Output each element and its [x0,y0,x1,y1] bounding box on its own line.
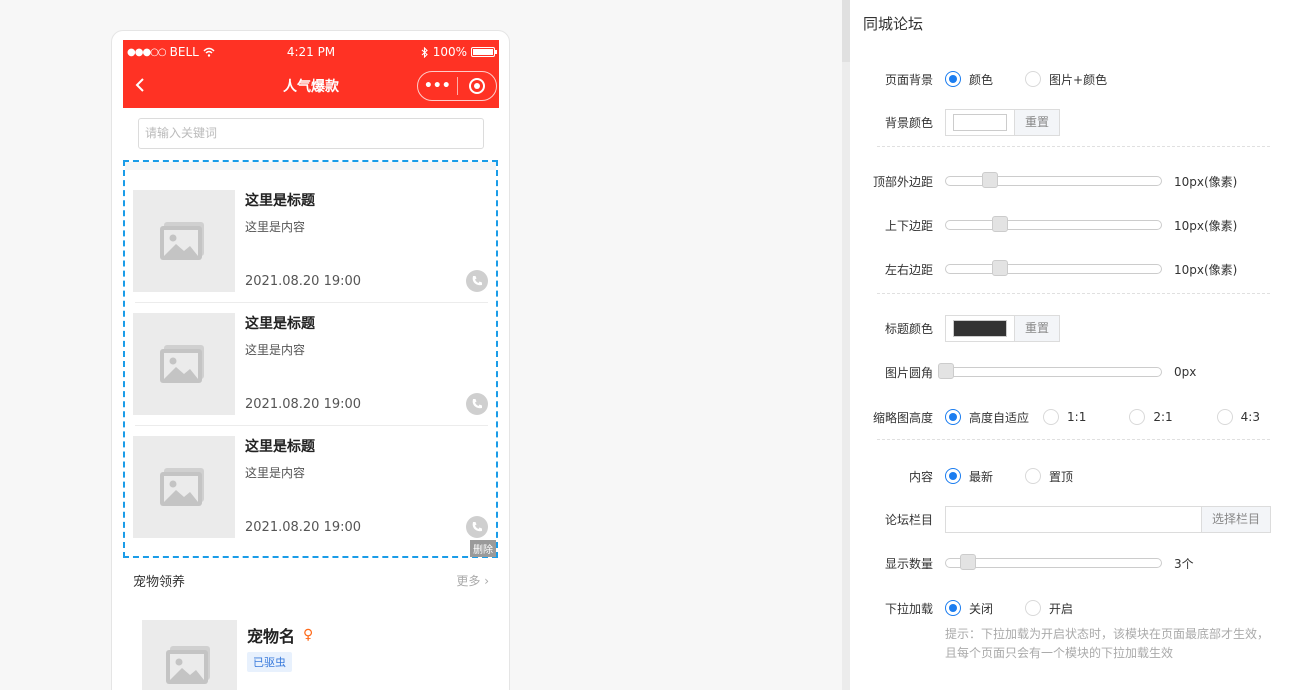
more-link[interactable]: 更多 › [456,572,489,589]
post-item[interactable]: 这里是标题 这里是内容 2021.08.20 19:00 [133,313,488,415]
search-input[interactable]: 请输入关键词 [138,118,484,149]
delete-module-button[interactable]: 删除 [470,540,496,557]
pet-section-title: 宠物领养 [133,574,186,590]
post-item[interactable]: 这里是标题 这里是内容 2021.08.20 19:00 [133,436,488,538]
phone-call-icon[interactable] [466,270,488,292]
close-icon[interactable] [458,78,497,94]
image-radius-row: 图片圆角 0px [884,363,1197,380]
post-divider [135,425,488,426]
post-title: 这里是标题 [245,439,315,455]
section-divider [877,146,1270,147]
color-swatch[interactable] [953,113,1007,131]
post-date: 2021.08.20 19:00 [245,397,362,412]
more-icon[interactable]: ••• [418,78,457,94]
mini-program-capsule: ••• [417,71,497,101]
title-color-reset-button[interactable]: 重置 [1014,315,1060,341]
page-bg-row: 页面背景 颜色 图片+颜色 [884,71,1108,88]
post-content: 这里是内容 [245,343,306,357]
panel-title: 同城论坛 [863,15,924,33]
post-date: 2021.08.20 19:00 [245,274,362,289]
color-swatch[interactable] [953,319,1007,337]
settings-panel: 同城论坛 页面背景 颜色 图片+颜色 背景颜色 重置 顶部外边距 10px(像素… [850,0,1289,690]
image-radius-value: 0px [1174,365,1197,379]
forum-column-input[interactable] [946,507,1201,532]
forum-list-module[interactable]: 这里是标题 这里是内容 2021.08.20 19:00 这里是标题 这里是内容… [123,160,498,558]
post-title: 这里是标题 [245,193,315,209]
phone-call-icon[interactable] [466,393,488,415]
thumb-height-2-1-radio[interactable]: 2:1 [1129,409,1173,425]
image-radius-slider[interactable] [938,363,1162,379]
post-title: 这里是标题 [245,316,315,332]
post-content: 这里是内容 [245,466,306,480]
bg-color-picker[interactable]: 重置 [945,108,1061,136]
show-count-value: 3个 [1174,556,1194,571]
section-divider [877,439,1270,440]
pull-load-on-radio[interactable]: 开启 [1025,600,1073,617]
nav-bar: 人气爆款 ••• [123,64,499,108]
post-content: 这里是内容 [245,220,306,234]
forum-column-field: 选择栏目 [945,505,1271,533]
pull-load-row: 下拉加载 关闭 开启 [884,600,1074,617]
thumb-height-1-1-radio[interactable]: 1:1 [1043,409,1086,425]
editor-stage: ●●●○○ BELL 4:21 PM 100% 人气爆款 ••• 请输入关键词 … [0,0,1289,690]
bg-color-row: 背景颜色 重置 [850,108,1289,136]
image-placeholder-icon [133,190,235,292]
post-item[interactable]: 这里是标题 这里是内容 2021.08.20 19:00 [133,190,488,292]
vertical-padding-value: 10px(像素) [1174,218,1238,233]
slider-handle[interactable] [992,216,1008,232]
slider-handle[interactable] [982,172,998,188]
chevron-right-icon: › [484,573,489,588]
battery-icon [471,47,497,57]
pet-name: 宠物名 ♀ [247,627,314,646]
page-bg-image-radio[interactable]: 图片+颜色 [1025,71,1107,88]
horizontal-padding-value: 10px(像素) [1174,262,1238,277]
bg-color-reset-button[interactable]: 重置 [1014,109,1060,135]
title-color-picker[interactable]: 重置 [945,314,1061,342]
panel-splitter[interactable] [842,0,850,690]
horizontal-padding-slider[interactable] [945,260,1162,276]
female-icon: ♀ [303,627,314,643]
thumb-height-row: 缩略图高度 高度自适应 1:1 2:1 4:3 [872,409,1260,426]
forum-column-row: 论坛栏目 选择栏目 [850,505,1289,533]
pull-load-hint: 提示：下拉加载为开启状态时，该模块在页面最底部才生效， 且每个页面只会有一个模块… [945,627,1270,660]
phone-call-icon[interactable] [466,516,488,538]
image-placeholder-icon [133,436,235,538]
back-icon[interactable] [125,74,155,98]
top-margin-slider[interactable] [945,172,1162,188]
status-bar: ●●●○○ BELL 4:21 PM 100% [123,40,499,64]
pet-section-header: 宠物领养 更多 › [133,570,489,590]
slider-handle[interactable] [938,363,954,379]
horizontal-padding-row: 左右边距 10px(像素) [850,255,1289,283]
content-row: 内容 最新 置顶 [908,468,1074,485]
thumb-height-auto-radio[interactable]: 高度自适应 [945,409,1029,426]
content-pinned-radio[interactable]: 置顶 [1025,468,1073,485]
select-column-button[interactable]: 选择栏目 [1200,506,1270,532]
image-placeholder-icon [133,313,235,415]
post-divider [135,302,488,303]
pull-load-off-radio[interactable]: 关闭 [945,600,993,617]
vertical-padding-slider[interactable] [945,216,1162,232]
phone-preview: ●●●○○ BELL 4:21 PM 100% 人气爆款 ••• 请输入关键词 … [123,40,499,690]
post-date: 2021.08.20 19:00 [245,520,362,535]
slider-handle[interactable] [960,554,976,570]
top-margin-value: 10px(像素) [1174,174,1238,189]
status-badge: 已驱虫 [247,652,292,672]
title-color-row: 标题颜色 重置 [850,314,1289,342]
content-latest-radio[interactable]: 最新 [945,468,993,485]
show-count-slider[interactable] [945,554,1162,570]
slider-handle[interactable] [992,260,1008,276]
vertical-padding-row: 上下边距 10px(像素) [850,211,1289,239]
section-divider [877,293,1270,294]
show-count-row: 显示数量 3个 [850,549,1289,577]
status-time: 4:21 PM [286,45,336,59]
top-margin-row: 顶部外边距 10px(像素) [850,167,1289,195]
image-placeholder-icon [142,620,237,690]
thumb-height-4-3-radio[interactable]: 4:3 [1216,409,1260,425]
page-bg-color-radio[interactable]: 颜色 [945,71,993,88]
